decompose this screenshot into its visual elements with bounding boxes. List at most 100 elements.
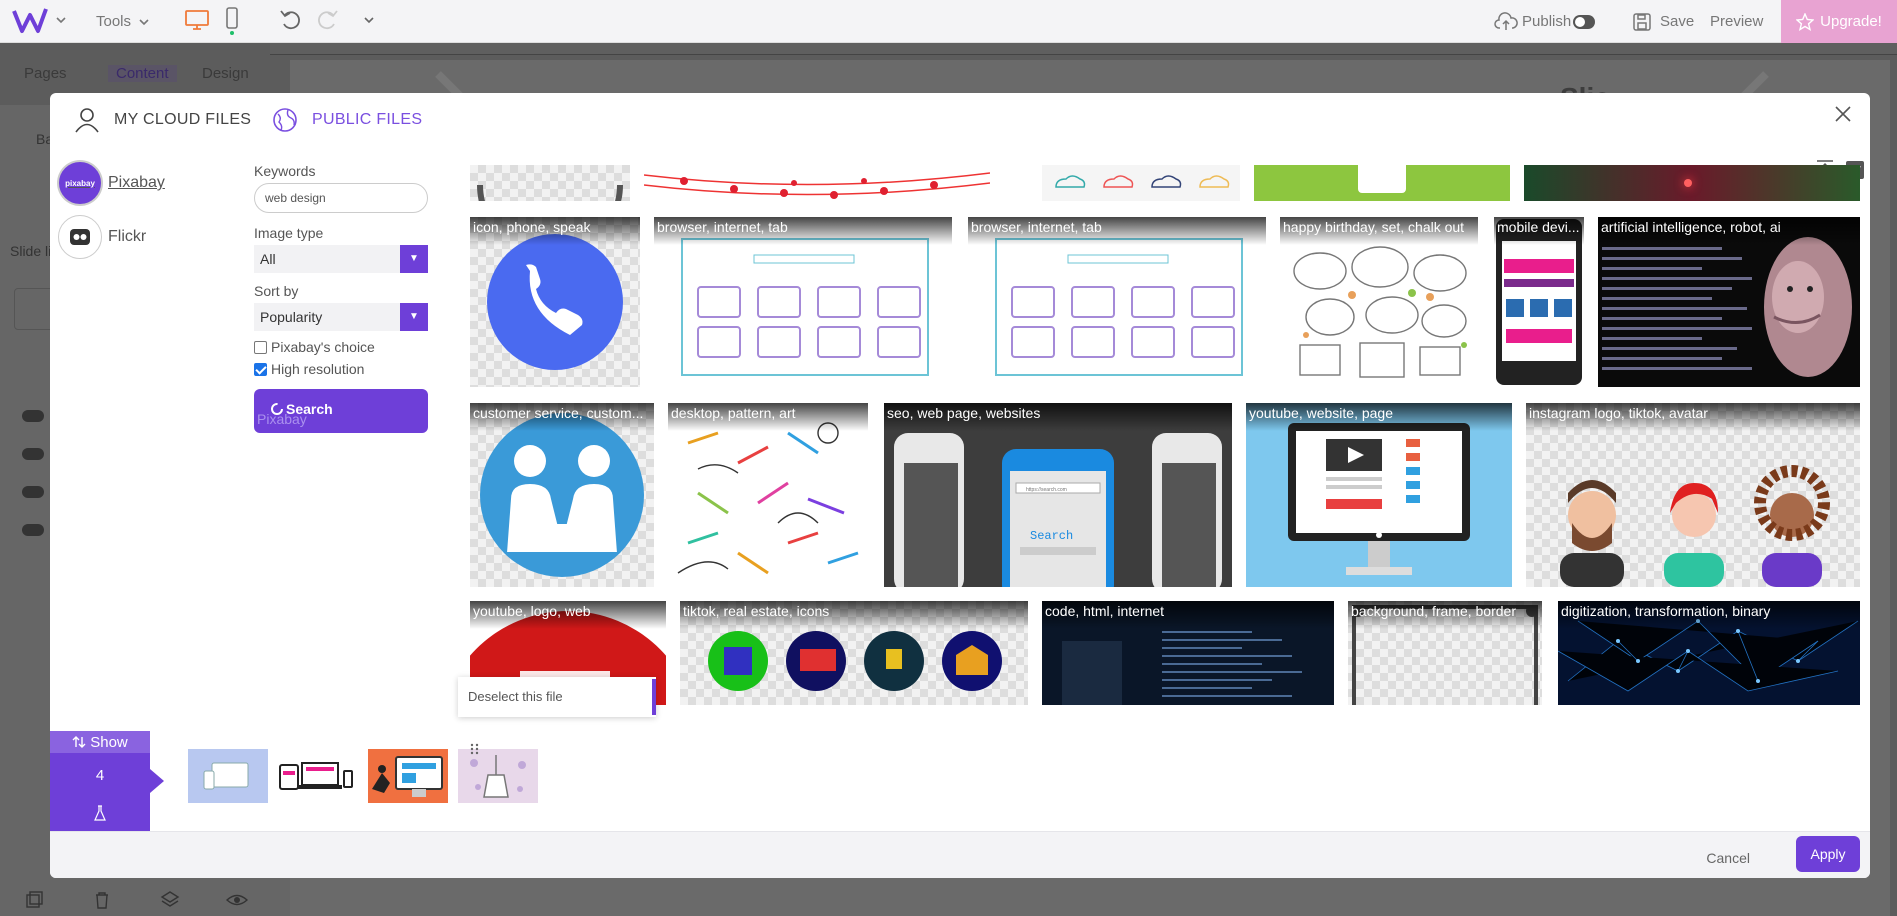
trash-icon[interactable] [92, 890, 112, 910]
globe-icon [273, 108, 297, 132]
tab-content[interactable]: Content [108, 65, 177, 82]
undo-icon[interactable] [278, 7, 302, 31]
image-content [1684, 179, 1692, 187]
selection-pointer [150, 769, 164, 793]
image-tile[interactable] [1254, 165, 1510, 201]
provider-flickr[interactable]: Flickr [58, 215, 146, 259]
checkbox-unchecked[interactable] [254, 340, 267, 354]
preview-button[interactable]: Preview [1710, 0, 1763, 43]
sort-by-label: Sort by [254, 283, 299, 299]
image-tile[interactable]: digitization, transformation, binary [1558, 601, 1860, 705]
selected-thumbnail[interactable] [458, 749, 538, 803]
sort-by-value: Popularity [260, 309, 323, 325]
image-tile[interactable]: youtube, website, page [1246, 403, 1512, 587]
image-type-value: All [260, 251, 276, 267]
selection-panel: Show 4 [50, 731, 150, 831]
deselect-tooltip[interactable]: Deselect this file [458, 677, 656, 717]
image-tile[interactable]: browser, internet, tab [968, 217, 1266, 387]
selected-count: 4 [95, 767, 105, 784]
seo-url-text: https://search.com [1026, 487, 1067, 493]
image-caption: customer service, custom... [470, 403, 654, 431]
desktop-view-icon[interactable] [184, 8, 210, 32]
selected-thumbnail[interactable] [188, 749, 268, 803]
save-icon [1633, 12, 1651, 31]
image-tile[interactable]: tiktok, real estate, icons [680, 601, 1028, 705]
image-tile[interactable] [470, 165, 630, 201]
tab-my-cloud-files[interactable]: MY CLOUD FILES [74, 107, 251, 133]
tab-pages[interactable]: Pages [24, 65, 67, 82]
search-subtext: Pixabay [257, 411, 307, 427]
high-resolution-checkbox[interactable]: High resolution [254, 361, 430, 377]
image-content [644, 172, 990, 199]
close-icon[interactable] [1834, 105, 1852, 123]
search-button[interactable]: Search Pixabay [254, 389, 428, 433]
image-caption: happy birthday, set, chalk out [1280, 217, 1478, 245]
sort-by-select[interactable]: Popularity ▼ [254, 303, 428, 331]
mobile-view-icon[interactable] [224, 6, 240, 36]
toggle-row [22, 410, 44, 422]
image-tile[interactable]: instagram logo, tiktok, avatar [1526, 403, 1860, 587]
chevron-down-icon [139, 18, 149, 25]
keywords-input[interactable] [254, 183, 428, 213]
layers-icon[interactable] [160, 890, 180, 910]
image-caption: background, frame, border [1348, 601, 1542, 629]
image-tile[interactable]: icon, phone, speak [470, 217, 640, 387]
keywords-label: Keywords [254, 163, 316, 179]
show-selection-button[interactable]: Show [50, 731, 150, 753]
image-tile[interactable]: mobile devi... [1494, 217, 1584, 387]
image-tile[interactable]: customer service, custom... [470, 403, 654, 587]
provider-pixabay[interactable]: pixabay Pixabay [58, 161, 165, 205]
eye-icon[interactable] [225, 890, 249, 910]
toggle-row [22, 486, 44, 498]
cancel-button[interactable]: Cancel [1706, 850, 1750, 866]
thumbnail-image [372, 756, 443, 797]
sort-arrows-icon [72, 736, 86, 748]
selected-thumbnail[interactable] [368, 749, 448, 803]
image-caption: youtube, logo, web [470, 601, 666, 629]
save-button[interactable]: Save [1632, 0, 1694, 43]
image-tile[interactable]: code, html, internet [1042, 601, 1334, 705]
redo-icon[interactable] [316, 7, 340, 31]
tab-design[interactable]: Design [202, 65, 249, 82]
selected-thumbnail[interactable] [278, 749, 358, 803]
slide-label: Slide li [10, 243, 52, 259]
publish-toggle[interactable] [1573, 14, 1596, 29]
thumbnail-image [470, 755, 526, 798]
image-grid: icon, phone, speak browser, internet, ta… [470, 165, 1860, 705]
image-tile[interactable]: background, frame, border [1348, 601, 1542, 705]
seo-search-text: Search [1030, 529, 1073, 543]
image-tile[interactable] [1524, 165, 1860, 201]
toggle-row [22, 448, 44, 460]
image-tile[interactable]: artificial intelligence, robot, ai [1598, 217, 1860, 387]
clear-selection-icon[interactable] [94, 805, 106, 821]
drag-handle-icon[interactable] [470, 743, 480, 755]
image-tile[interactable]: browser, internet, tab [654, 217, 952, 387]
chevron-down-icon[interactable] [54, 13, 68, 27]
upgrade-button[interactable]: Upgrade! [1781, 0, 1897, 43]
image-tile[interactable] [1042, 165, 1240, 201]
thumbnail-image [203, 762, 249, 790]
apply-label: Apply [1810, 846, 1846, 862]
star-icon [1796, 12, 1815, 31]
image-tile[interactable] [644, 165, 990, 201]
add-page-icon[interactable] [24, 890, 44, 910]
logo-icon[interactable] [12, 5, 48, 35]
toggle-row [22, 524, 44, 536]
chevron-down-icon[interactable] [362, 13, 376, 27]
slide-thumbnail [14, 288, 54, 330]
publish-control[interactable]: Publish [1494, 0, 1596, 43]
tools-label: Tools [96, 13, 132, 30]
image-caption: browser, internet, tab [654, 217, 952, 245]
image-tile[interactable]: Search https://search.com seo, web page, … [884, 403, 1232, 587]
image-tile[interactable]: desktop, pattern, art [668, 403, 868, 587]
checkbox-checked[interactable] [254, 362, 267, 376]
apply-button[interactable]: Apply [1796, 836, 1860, 872]
tools-menu[interactable]: Tools [96, 0, 151, 43]
tab-public-files[interactable]: PUBLIC FILES [272, 107, 422, 133]
image-type-select[interactable]: All ▼ [254, 245, 428, 273]
pixabay-choice-checkbox[interactable]: Pixabay's choice [254, 339, 430, 355]
image-tile[interactable]: happy birthday, set, chalk out [1280, 217, 1478, 387]
top-toolbar: Tools Publish Save Preview Upgrade! [0, 0, 1897, 43]
dropdown-arrow-icon: ▼ [400, 303, 428, 331]
image-content [477, 184, 623, 201]
